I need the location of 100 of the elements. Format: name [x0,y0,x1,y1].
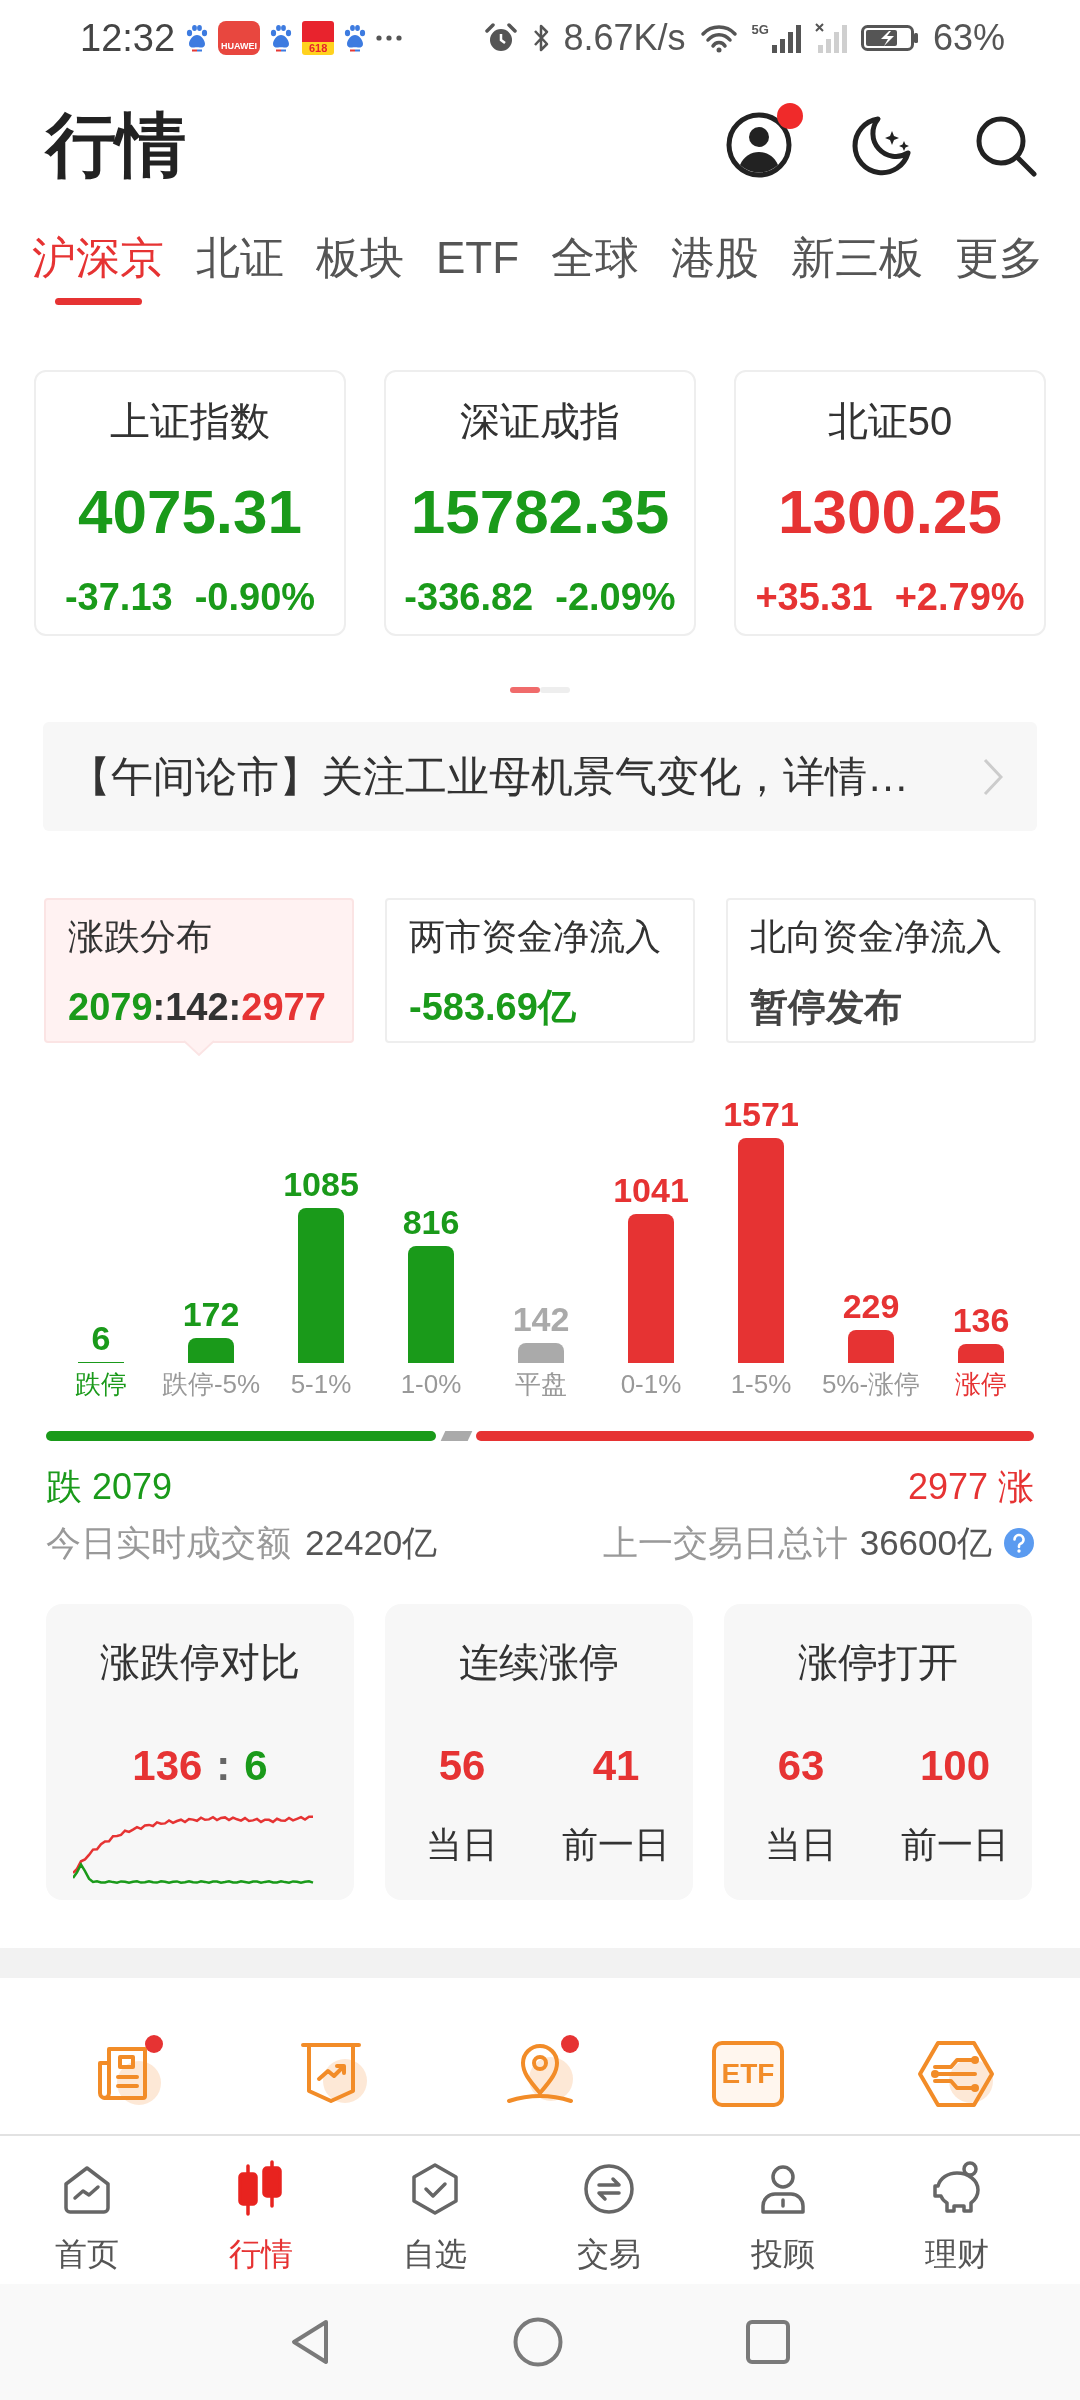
stat-tab[interactable]: 北向资金净流入 暂停发布 [726,898,1036,1043]
category-label: 0-1% [620,1369,682,1399]
flat-share-bar [440,1431,472,1441]
stat-value: -583.69亿 [409,985,577,1030]
limit-stat-card[interactable]: 连续涨停 56 当日 41 前一日 [385,1604,693,1900]
bar-value-label: 816 [402,1203,460,1241]
chevron-right-icon [983,757,1003,796]
falling-count: 跌 2079 [46,1465,173,1509]
limit-stat-card[interactable]: 涨跌停对比 136 : 6 [46,1604,354,1900]
turnover-value: 22420亿 [305,1522,438,1564]
paw-icon [343,23,368,52]
news-banner[interactable]: 【午间论市】关注工业母机景气变化，详情… [43,722,1037,831]
category-label: 1-0% [400,1369,462,1399]
bottom-nav-tab[interactable]: 自选 [348,2136,522,2274]
index-card[interactable]: 上证指数 4075.31 -37.13 -0.90% [34,370,346,636]
limit-stat-card[interactable]: 涨停打开 63 当日 100 前一日 [724,1604,1032,1900]
limit-count: 41 [592,1741,640,1791]
index-card[interactable]: 深证成指 15782.35 -336.82 -2.09% [384,370,696,636]
no-signal-icon [814,22,847,53]
home-icon[interactable] [513,2317,563,2367]
bottom-nav-tab[interactable]: 首页 [0,2136,174,2274]
index-name: 上证指数 [110,398,270,445]
market-tab[interactable]: 全球 [551,233,640,283]
limit-count-label: 前一日 [562,1823,670,1867]
alarm-icon [483,21,518,54]
stat-tab[interactable]: 涨跌分布 2079:142:2977 [44,898,354,1043]
category-label: 涨停 [955,1369,1007,1399]
battery-percent: 63% [932,15,1005,60]
bar-value-label: 136 [952,1301,1010,1339]
limit-count-label: 当日 [426,1823,498,1867]
limit-card-title: 涨停打开 [798,1639,958,1686]
stat-title: 北向资金净流入 [750,915,1003,959]
limit-count: 100 [919,1741,991,1791]
limit-up-count: 136 [132,1741,203,1791]
stat-title: 涨跌分布 [68,915,213,959]
market-tab[interactable]: 港股 [671,233,760,283]
ratio-separator: : [216,1741,231,1791]
market-tab[interactable]: 板块 [316,233,404,283]
bottom-nav-tab[interactable]: 交易 [522,2136,696,2274]
bar-value-label: 1571 [723,1095,799,1133]
wifi-icon [699,22,738,53]
rising-count: 2977 涨 [907,1465,1034,1509]
index-change-percent: -0.90% [194,577,316,617]
bar-value-label: 229 [842,1287,900,1325]
index-value: 1300.25 [777,477,1003,547]
bar-value-label: 172 [182,1295,240,1333]
category-label: 5-1% [290,1369,352,1399]
index-value: 15782.35 [410,477,670,547]
category-label: 跌停 [75,1369,127,1399]
stat-value: 暂停发布 [750,985,903,1030]
battery-charging-icon [860,22,919,53]
market-tab[interactable]: ETF [436,233,520,283]
limit-card-title: 连续涨停 [459,1639,619,1686]
index-change-percent: -2.09% [555,577,676,617]
index-value: 4075.31 [77,477,303,547]
index-name: 深证成指 [460,398,620,445]
index-change: +35.31 [755,577,873,617]
news-headline: 【午间论市】关注工业母机景气变化，详情… [69,751,909,802]
signal-icon [770,22,801,53]
bottom-nav-tab[interactable]: 理财 [870,2136,1044,2274]
previous-turnover-value: 36600亿 [859,1522,992,1564]
category-label: 5%-涨停 [821,1369,921,1399]
limit-count: 56 [438,1741,486,1791]
network-type-label: 5G [751,22,769,36]
category-label: 平盘 [515,1369,567,1399]
index-change-percent: +2.79% [894,577,1025,617]
help-icon[interactable] [1004,1528,1034,1558]
bar-value-label: 1085 [283,1165,359,1203]
index-change: -37.13 [64,577,173,617]
limit-count-label: 当日 [765,1823,837,1867]
paw-icon [185,23,210,52]
index-change: -336.82 [404,577,534,617]
page-title: 行情 [46,105,186,185]
market-tab[interactable]: 沪深京 [32,233,164,305]
bar-value-label: 6 [91,1319,111,1357]
bottom-nav-tab[interactable]: 投顾 [696,2136,870,2274]
market-tab[interactable]: 北证 [196,233,284,283]
app-store-tile: HUAWEI [218,20,261,55]
stat-tab[interactable]: 两市资金净流入 -583.69亿 [385,898,695,1043]
limit-card-title: 涨跌停对比 [100,1639,300,1686]
turnover-label: 今日实时成交额 [46,1522,291,1564]
status-time: 12:32 [80,15,176,60]
bottom-nav-tab[interactable]: 行情 [174,2136,348,2274]
index-card[interactable]: 北证50 1300.25 +35.31 +2.79% [734,370,1046,636]
category-label: 跌停-5% [161,1369,261,1399]
paw-icon [269,23,294,52]
recent-apps-icon[interactable] [746,2320,790,2364]
profile-icon[interactable] [725,111,793,179]
more-notifications-icon [376,34,403,41]
limit-count: 63 [777,1741,825,1791]
network-speed: 8.67K/s [563,15,686,60]
market-tab[interactable]: 更多 [955,233,1044,283]
category-label: 1-5% [730,1369,792,1399]
stat-title: 两市资金净流入 [409,915,662,959]
index-name: 北证50 [827,398,953,445]
market-tab[interactable]: 新三板 [791,233,924,283]
bar-value-label: 1041 [613,1171,689,1209]
bar-value-label: 142 [512,1300,570,1338]
back-icon[interactable] [290,2318,330,2366]
limit-down-count: 6 [244,1741,268,1791]
